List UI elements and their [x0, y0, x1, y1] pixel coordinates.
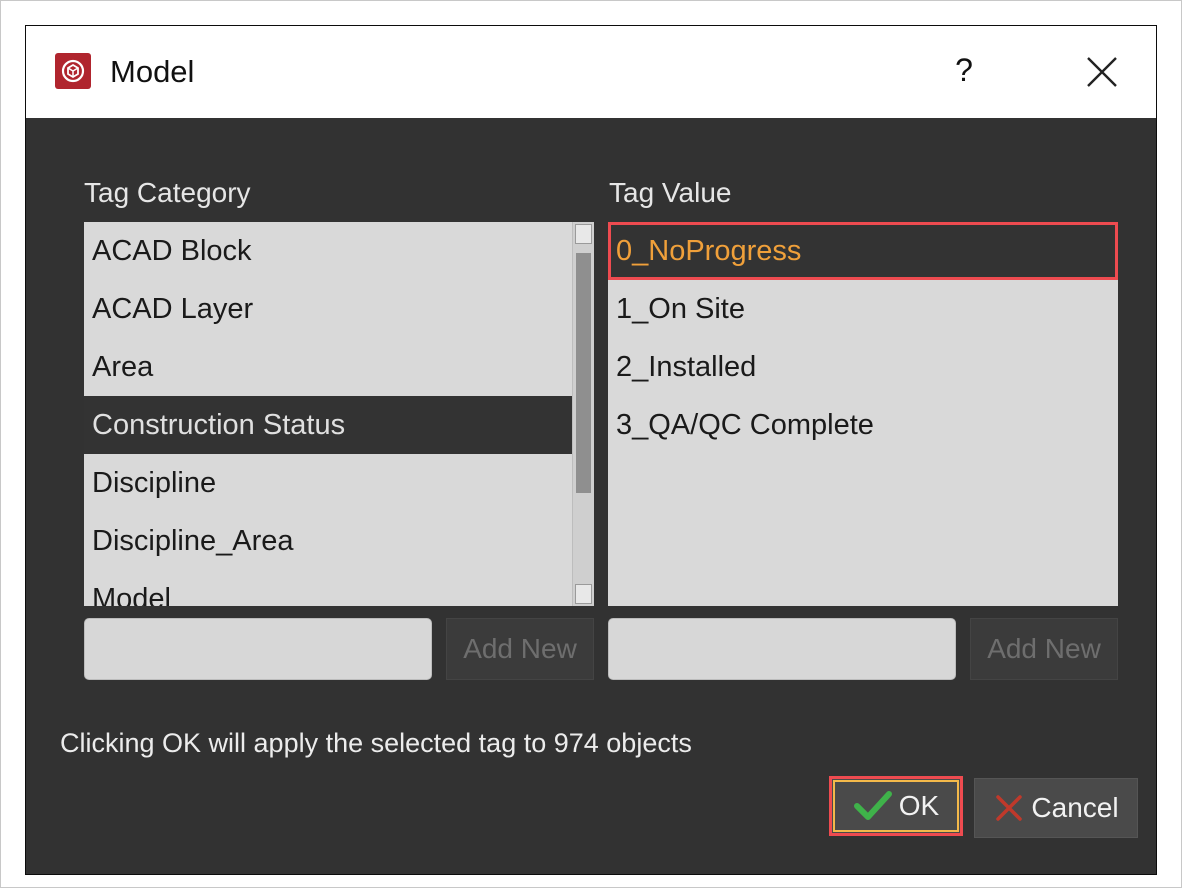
- scroll-up-arrow[interactable]: [575, 224, 592, 244]
- tag-category-scrollbar[interactable]: [572, 222, 594, 606]
- tag-category-label: Tag Category: [84, 177, 251, 208]
- list-item[interactable]: 1_On Site: [608, 280, 1118, 338]
- tag-value-label: Tag Value: [609, 177, 732, 208]
- tag-category-list[interactable]: ACAD Block ACAD Layer Area Construction Sta…: [84, 222, 594, 606]
- list-item[interactable]: Discipline_Area: [84, 512, 594, 570]
- list-item[interactable]: Construction Status: [84, 396, 594, 454]
- ok-button[interactable]: OK: [829, 776, 963, 836]
- list-item[interactable]: 3_QA/QC Complete: [608, 396, 1118, 454]
- list-item[interactable]: Discipline: [84, 454, 594, 512]
- scroll-down-arrow[interactable]: [575, 584, 592, 604]
- add-new-value-button[interactable]: Add New: [970, 618, 1118, 680]
- list-item[interactable]: 0_NoProgress: [608, 222, 1118, 280]
- new-tag-category-input[interactable]: [84, 618, 432, 680]
- title-bar: Model ?: [26, 26, 1156, 118]
- x-icon: [996, 795, 1023, 821]
- close-icon[interactable]: [1080, 50, 1124, 94]
- check-icon: [853, 791, 892, 820]
- list-item[interactable]: Area: [84, 338, 594, 396]
- new-tag-value-input[interactable]: [608, 618, 956, 680]
- dialog-title: Model: [110, 54, 195, 89]
- screenshot-frame: Model ? Tag Category ACAD Block ACAD Laye…: [0, 0, 1182, 888]
- list-item[interactable]: Model: [84, 570, 594, 606]
- scroll-thumb[interactable]: [576, 253, 591, 493]
- info-message: Clicking OK will apply the selected tag …: [60, 728, 692, 758]
- help-button[interactable]: ?: [942, 48, 986, 92]
- list-item[interactable]: ACAD Block: [84, 222, 594, 280]
- cancel-button[interactable]: Cancel: [974, 778, 1138, 838]
- model-dialog: Model ? Tag Category ACAD Block ACAD Laye…: [25, 25, 1157, 875]
- model-app-icon: [55, 53, 91, 89]
- add-new-category-button[interactable]: Add New: [446, 618, 594, 680]
- ok-label: OK: [898, 790, 940, 821]
- cancel-label: Cancel: [1031, 792, 1119, 823]
- list-item[interactable]: ACAD Layer: [84, 280, 594, 338]
- list-item[interactable]: 2_Installed: [608, 338, 1118, 396]
- tag-value-list[interactable]: 0_NoProgress 1_On Site 2_Installed 3_QA/QC …: [608, 222, 1118, 606]
